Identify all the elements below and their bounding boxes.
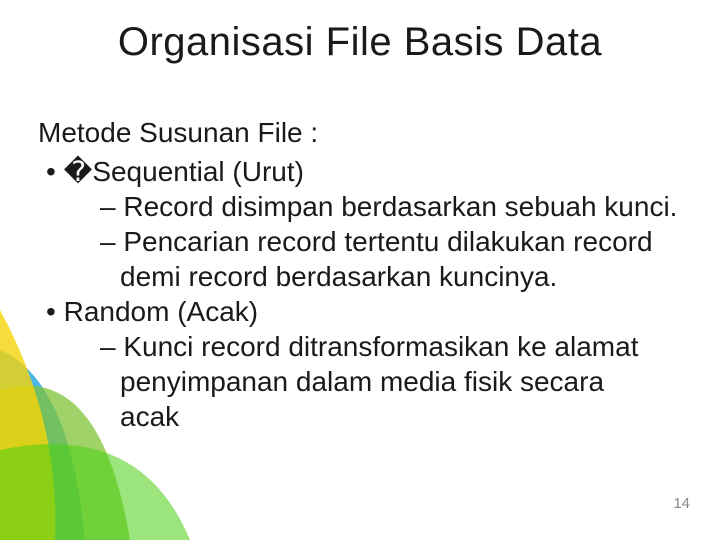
sub-bullet: Record disimpan berdasarkan sebuah kunci…	[38, 189, 690, 224]
sub-bullet: Kunci record ditransformasikan ke alamat…	[38, 329, 690, 399]
slide: Organisasi File Basis Data Metode Susuna…	[0, 0, 720, 540]
page-number: 14	[673, 495, 690, 512]
bullet-label: Random (Acak)	[64, 296, 259, 327]
placeholder-glyph: �	[64, 156, 93, 187]
cutoff-text: acak	[38, 399, 690, 434]
bullet-label: Sequential (Urut)	[92, 156, 304, 187]
intro-line: Metode Susunan File :	[38, 115, 690, 150]
bullet-random: Random (Acak)	[38, 294, 690, 329]
slide-body: Metode Susunan File : �Sequential (Urut)…	[38, 115, 690, 434]
bullet-sequential: �Sequential (Urut)	[38, 154, 690, 189]
slide-title: Organisasi File Basis Data	[0, 20, 720, 65]
sub-bullet: Pencarian record tertentu dilakukan reco…	[38, 224, 690, 294]
